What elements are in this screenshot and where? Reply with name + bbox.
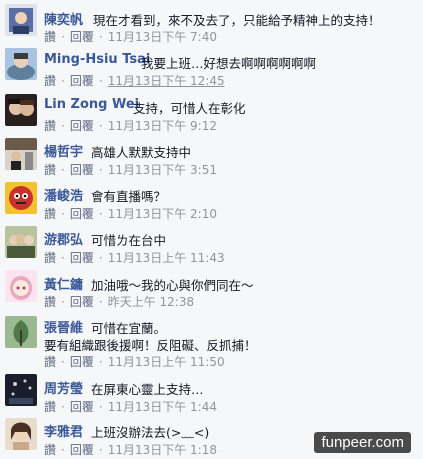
timestamp-link[interactable]: 11月13日下午 1:44	[108, 398, 217, 415]
avatar[interactable]	[5, 4, 37, 36]
comment-actions: 讚 · 回覆 · 11月13日上午 11:50	[44, 353, 225, 370]
reply-link[interactable]: 回覆	[70, 293, 94, 310]
commenter-name[interactable]: 李雅君	[44, 421, 83, 440]
commenter-name[interactable]: 周芳瑩	[44, 378, 83, 397]
timestamp-link[interactable]: 11月13日上午 11:50	[108, 353, 225, 370]
reply-link[interactable]: 回覆	[70, 353, 94, 370]
like-link[interactable]: 讚	[44, 353, 56, 370]
reply-link[interactable]: 回覆	[70, 161, 94, 178]
like-link[interactable]: 讚	[44, 398, 56, 415]
reply-link[interactable]: 回覆	[70, 249, 94, 266]
watermark: funpeer.com	[314, 432, 411, 453]
like-link[interactable]: 讚	[44, 28, 56, 45]
comment-text: 我要上班…好想去啊啊啊啊啊啊	[141, 56, 317, 71]
like-link[interactable]: 讚	[44, 205, 56, 222]
avatar[interactable]	[5, 270, 37, 302]
commenter-name[interactable]: Lin Zong Wei	[44, 97, 139, 112]
avatar[interactable]	[5, 94, 37, 126]
comment-actions: 讚 · 回覆 · 11月13日下午 12:45	[44, 72, 225, 89]
avatar[interactable]	[5, 182, 37, 214]
timestamp-link[interactable]: 11月13日下午 7:40	[108, 28, 217, 45]
comment-text: 高雄人默默支持中	[91, 145, 192, 160]
like-link[interactable]: 讚	[44, 161, 56, 178]
comment-actions: 讚 · 回覆 · 11月13日下午 7:40	[44, 28, 217, 45]
timestamp-link[interactable]: 11月13日下午 9:12	[108, 117, 217, 134]
reply-link[interactable]: 回覆	[70, 72, 94, 89]
comment-text-line2: 要有組織跟後援啊！反阻礙、反抓捕！	[44, 338, 257, 353]
avatar[interactable]	[5, 48, 37, 80]
comment-actions: 讚 · 回覆 · 11月13日下午 1:18	[44, 441, 217, 458]
comment-actions: 讚 · 回覆 · 11月13日下午 2:10	[44, 205, 217, 222]
comment-text: 上班沒辦法去(>﹏<)	[91, 425, 210, 440]
reply-link[interactable]: 回覆	[70, 205, 94, 222]
like-link[interactable]: 讚	[44, 117, 56, 134]
comment-text: 可惜ㄌ在台中	[91, 233, 167, 248]
avatar[interactable]	[5, 374, 37, 406]
comment-text: 在屏東心靈上支持…	[91, 382, 204, 397]
commenter-name[interactable]: 潘峻浩	[44, 185, 83, 204]
timestamp-link[interactable]: 11月13日下午 1:18	[108, 441, 217, 458]
like-link[interactable]: 讚	[44, 249, 56, 266]
timestamp-link[interactable]: 11月13日上午 11:43	[108, 249, 225, 266]
comment-actions: 讚 · 回覆 · 11月13日上午 11:43	[44, 249, 225, 266]
timestamp-link[interactable]: 11月13日下午 2:10	[108, 205, 217, 222]
reply-link[interactable]: 回覆	[70, 28, 94, 45]
comment-text: 加油哦～我的心與你們同在～	[91, 278, 254, 293]
timestamp-link[interactable]: 昨天上午 12:38	[108, 293, 194, 310]
timestamp-link[interactable]: 11月13日下午 3:51	[108, 161, 217, 178]
comment-actions: 讚 · 回覆 · 昨天上午 12:38	[44, 293, 195, 310]
comment-actions: 讚 · 回覆 · 11月13日下午 3:51	[44, 161, 217, 178]
commenter-name[interactable]: 楊哲宇	[44, 141, 83, 160]
avatar[interactable]	[5, 316, 37, 348]
reply-link[interactable]: 回覆	[70, 117, 94, 134]
commenter-name[interactable]: 陳奕帆	[44, 9, 83, 28]
comment-actions: 讚 · 回覆 · 11月13日下午 1:44	[44, 398, 217, 415]
avatar[interactable]	[5, 226, 37, 258]
comment-actions: 讚 · 回覆 · 11月13日下午 9:12	[44, 117, 217, 134]
like-link[interactable]: 讚	[44, 293, 56, 310]
reply-link[interactable]: 回覆	[70, 441, 94, 458]
comment-text: 支持，可惜人在彰化	[133, 101, 246, 116]
commenter-name[interactable]: 游郡弘	[44, 229, 83, 248]
commenter-name[interactable]: 張晉維	[44, 317, 83, 336]
like-link[interactable]: 讚	[44, 441, 56, 458]
commenter-name[interactable]: 黃仁鏞	[44, 274, 83, 293]
commenter-name[interactable]: Ming-Hsiu Tsai	[44, 52, 150, 67]
reply-link[interactable]: 回覆	[70, 398, 94, 415]
like-link[interactable]: 讚	[44, 72, 56, 89]
timestamp-link[interactable]: 11月13日下午 12:45	[108, 72, 225, 89]
comment-text: 會有直播嗎？	[91, 189, 167, 204]
avatar[interactable]	[5, 138, 37, 170]
avatar[interactable]	[5, 418, 37, 450]
comment-text: 現在才看到，來不及去了，只能給予精神上的支持！	[93, 13, 381, 28]
